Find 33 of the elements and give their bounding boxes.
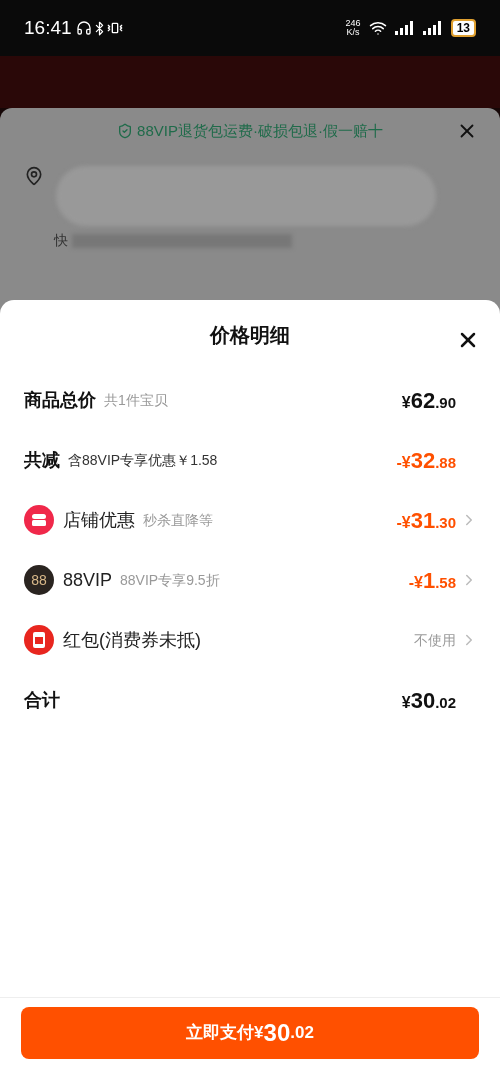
row-label: 红包(消费券未抵) (63, 628, 201, 652)
envelope-icon (24, 625, 54, 655)
row-label: 88VIP (63, 568, 113, 592)
row-note: 88VIP专享9.5折 (120, 570, 220, 590)
status-time: 16:41 (24, 15, 72, 40)
row-value: 不使用 (414, 630, 456, 650)
price-amount: -¥31.30 (396, 506, 456, 535)
price-amount: ¥30.02 (401, 686, 456, 715)
row-label: 共减 (24, 448, 60, 472)
sheet-title: 价格明细 (210, 323, 290, 348)
guarantee-text: 88VIP退货包运费·破损包退·假一赔十 (137, 120, 383, 141)
row-label: 商品总价 (24, 388, 96, 412)
headphones-icon (75, 20, 92, 36)
price-amount: -¥32.88 (396, 446, 456, 475)
row-label: 店铺优惠 (63, 508, 135, 532)
price-amount: -¥1.58 (408, 566, 456, 595)
signal-icon (422, 21, 443, 35)
price-amount: ¥62.90 (401, 386, 456, 415)
delivery-text: 快 (54, 231, 68, 250)
location-icon (24, 166, 44, 186)
shield-icon (117, 123, 134, 139)
wifi-icon (368, 19, 387, 37)
battery-icon: 13 (450, 19, 476, 37)
pay-now-button[interactable]: 立即支付¥30.02 (21, 1007, 479, 1059)
store-icon (24, 505, 54, 535)
vip-badge-icon: 88 (24, 565, 54, 595)
network-speed: 246 K/s (345, 19, 361, 37)
row-note: 含88VIP专享优惠￥1.58 (68, 450, 218, 470)
signal-icon (394, 21, 415, 35)
row-note: 共1件宝贝 (104, 390, 168, 410)
row-label: 合计 (24, 688, 60, 712)
row-note: 秒杀直降等 (143, 510, 213, 530)
vibrate-icon (106, 20, 123, 36)
